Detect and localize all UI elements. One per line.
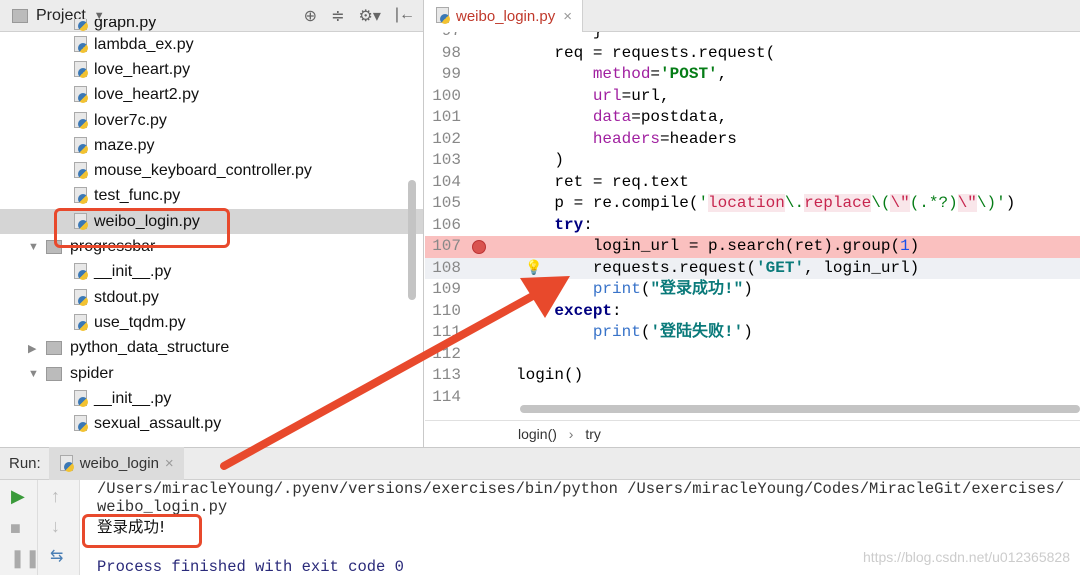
- annotation-arrow: [220, 276, 570, 470]
